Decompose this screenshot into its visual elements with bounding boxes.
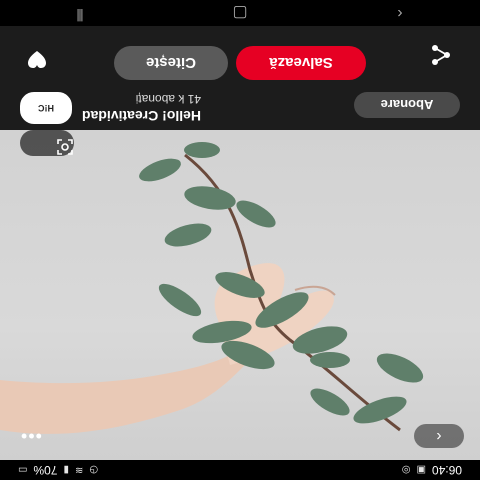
signal-icon: ▮ (63, 464, 69, 476)
creator-name: Hello! Creatividad (82, 108, 202, 124)
image-icon: ▣ (416, 464, 426, 476)
battery-icon: ▭ (18, 464, 28, 476)
screen: 06:40 ▣ ◎ ◷ ≋ ▮ 70% ▭ ‹ ••• Abonare Hell… (0, 0, 480, 480)
status-bar: 06:40 ▣ ◎ ◷ ≋ ▮ 70% ▭ (0, 460, 480, 480)
action-bar: Salvează Citește (0, 26, 480, 86)
heart-icon[interactable] (26, 48, 48, 70)
alarm-icon: ◷ (89, 464, 99, 476)
wifi-icon: ≋ (75, 464, 84, 476)
eucalyptus-photo (0, 142, 424, 434)
share-icon[interactable] (430, 44, 452, 66)
visual-search-button[interactable] (20, 130, 74, 156)
whatsapp-icon: ◎ (401, 464, 411, 476)
visual-search-icon (57, 139, 73, 155)
creator-bar: Abonare Hello! Creatividad 41 k abonați … (0, 86, 480, 130)
home-nav-icon[interactable]: ▢ (220, 3, 260, 23)
system-nav-bar: ‹ ▢ ⦀ (0, 0, 480, 26)
avatar[interactable]: H!C (20, 92, 72, 124)
recents-nav-icon[interactable]: ⦀ (60, 3, 100, 23)
follow-button[interactable]: Abonare (354, 92, 460, 118)
status-time: 06:40 (431, 463, 462, 477)
save-button[interactable]: Salvează (236, 46, 366, 80)
read-button[interactable]: Citește (114, 46, 228, 80)
battery-percent: 70% (33, 463, 58, 477)
back-button[interactable]: ‹ (414, 424, 464, 448)
subscriber-count: 41 k abonați (135, 92, 202, 106)
chevron-left-icon: ‹ (436, 428, 442, 445)
creator-info[interactable]: Hello! Creatividad 41 k abonați H!C (20, 92, 201, 124)
more-horizontal-icon: ••• (20, 426, 42, 446)
status-left: 06:40 ▣ ◎ (402, 463, 462, 477)
back-nav-icon[interactable]: ‹ (380, 3, 420, 23)
pin-image[interactable]: ‹ ••• (0, 130, 480, 460)
more-button[interactable]: ••• (20, 425, 42, 446)
creator-text: Hello! Creatividad 41 k abonați (82, 92, 201, 124)
status-right: ◷ ≋ ▮ 70% ▭ (18, 463, 98, 477)
